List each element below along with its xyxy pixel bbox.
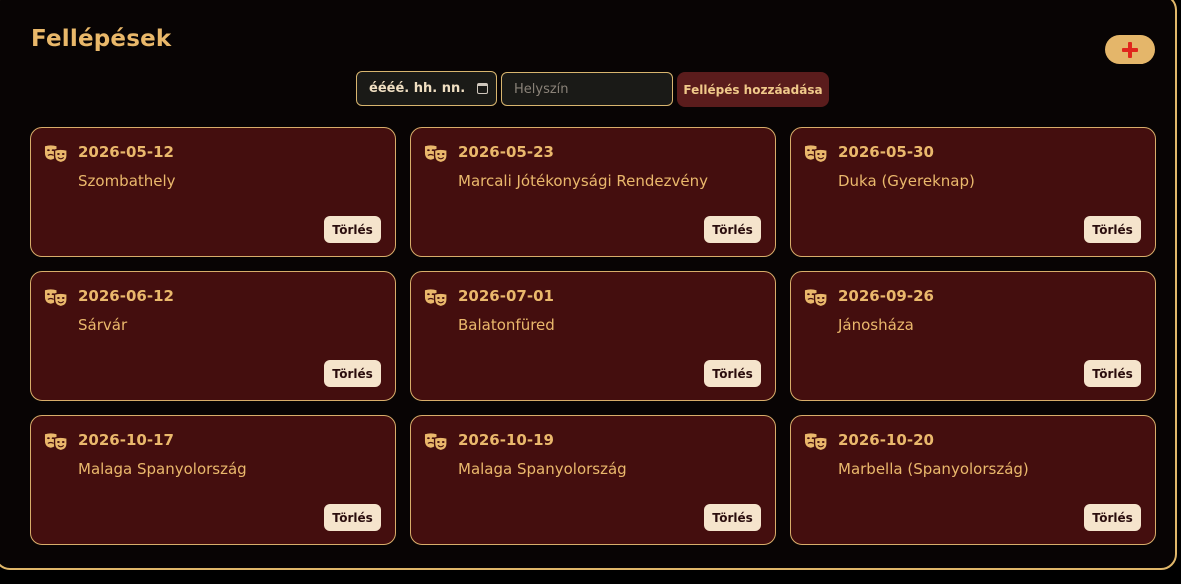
theater-masks-icon	[424, 145, 448, 164]
date-input[interactable]: éééé. hh. nn.	[356, 71, 497, 106]
delete-event-button[interactable]: Törlés	[704, 360, 761, 387]
event-card: 2026-07-01 Balatonfüred Törlés	[410, 271, 776, 401]
event-place: Malaga Spanyolország	[78, 460, 247, 478]
place-input[interactable]	[501, 72, 673, 106]
event-place: Malaga Spanyolország	[458, 460, 627, 478]
calendar-icon[interactable]	[477, 83, 488, 94]
delete-event-button[interactable]: Törlés	[324, 504, 381, 531]
delete-event-button[interactable]: Törlés	[1084, 360, 1141, 387]
delete-event-button[interactable]: Törlés	[1084, 504, 1141, 531]
theater-masks-icon	[804, 145, 828, 164]
event-card: 2026-06-12 Sárvár Törlés	[30, 271, 396, 401]
event-card: 2026-05-23 Marcali Jótékonysági Rendezvé…	[410, 127, 776, 257]
theater-masks-icon	[804, 433, 828, 452]
theater-masks-icon	[44, 289, 68, 308]
theater-masks-icon	[44, 145, 68, 164]
event-date: 2026-05-30	[838, 143, 934, 161]
event-place: Marbella (Spanyolország)	[838, 460, 1029, 478]
event-card: 2026-10-19 Malaga Spanyolország Törlés	[410, 415, 776, 545]
event-date: 2026-05-12	[78, 143, 174, 161]
event-date: 2026-10-20	[838, 431, 934, 449]
event-date: 2026-05-23	[458, 143, 554, 161]
event-card: 2026-09-26 Jánosháza Törlés	[790, 271, 1156, 401]
event-card: 2026-05-30 Duka (Gyereknap) Törlés	[790, 127, 1156, 257]
plus-icon	[1122, 41, 1138, 58]
delete-event-button[interactable]: Törlés	[704, 504, 761, 531]
delete-event-button[interactable]: Törlés	[1084, 216, 1141, 243]
event-card: 2026-10-17 Malaga Spanyolország Törlés	[30, 415, 396, 545]
event-place: Szombathely	[78, 172, 176, 190]
delete-event-button[interactable]: Törlés	[324, 216, 381, 243]
event-date: 2026-07-01	[458, 287, 554, 305]
date-input-value: éééé. hh. nn.	[369, 81, 466, 96]
event-place: Sárvár	[78, 316, 128, 334]
theater-masks-icon	[424, 289, 448, 308]
event-place: Balatonfüred	[458, 316, 555, 334]
theater-masks-icon	[44, 433, 68, 452]
add-event-toggle-button[interactable]	[1105, 35, 1155, 64]
theater-masks-icon	[424, 433, 448, 452]
event-place: Duka (Gyereknap)	[838, 172, 975, 190]
event-grid: 2026-05-12 Szombathely Törlés 2026-05-23…	[30, 127, 1156, 545]
event-place: Jánosháza	[838, 316, 914, 334]
theater-masks-icon	[804, 289, 828, 308]
delete-event-button[interactable]: Törlés	[324, 360, 381, 387]
event-date: 2026-09-26	[838, 287, 934, 305]
event-card: 2026-10-20 Marbella (Spanyolország) Törl…	[790, 415, 1156, 545]
event-place: Marcali Jótékonysági Rendezvény	[458, 172, 708, 190]
event-date: 2026-10-17	[78, 431, 174, 449]
event-date: 2026-06-12	[78, 287, 174, 305]
event-date: 2026-10-19	[458, 431, 554, 449]
add-event-button[interactable]: Fellépés hozzáadása	[677, 72, 829, 107]
event-card: 2026-05-12 Szombathely Törlés	[30, 127, 396, 257]
page-title: Fellépések	[31, 26, 172, 52]
delete-event-button[interactable]: Törlés	[704, 216, 761, 243]
